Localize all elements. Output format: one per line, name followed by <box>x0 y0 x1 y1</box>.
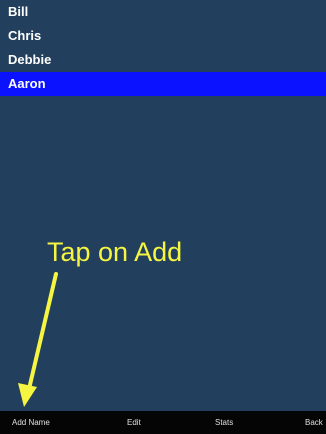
app-screen: Bill Chris Debbie Aaron Tap on Add Add N… <box>0 0 326 434</box>
edit-button[interactable]: Edit <box>127 411 141 434</box>
add-name-button[interactable]: Add Name <box>12 411 50 434</box>
names-list: Bill Chris Debbie Aaron <box>0 0 326 96</box>
name-row[interactable]: Debbie <box>0 48 326 72</box>
bottom-toolbar: Add Name Edit Stats Back <box>0 411 326 434</box>
name-row[interactable]: Bill <box>0 0 326 24</box>
back-button[interactable]: Back <box>305 411 323 434</box>
name-row[interactable]: Chris <box>0 24 326 48</box>
name-row-selected[interactable]: Aaron <box>0 72 326 96</box>
hint-text: Tap on Add <box>47 237 183 267</box>
stats-button[interactable]: Stats <box>215 411 233 434</box>
